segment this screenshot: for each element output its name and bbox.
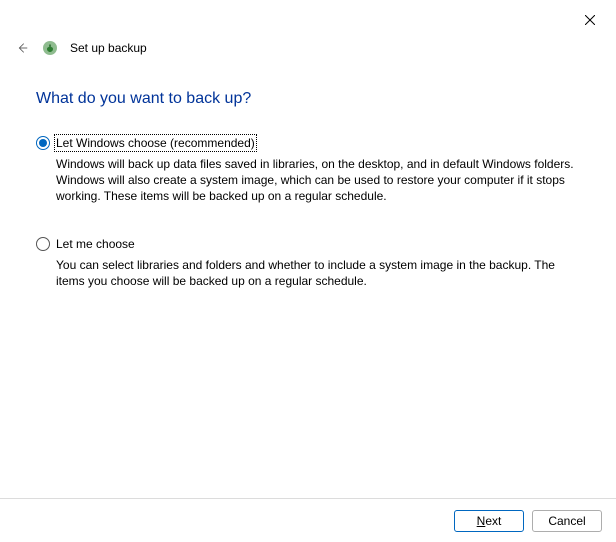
- page-heading: What do you want to back up?: [36, 90, 580, 108]
- back-arrow-icon: [15, 41, 29, 55]
- option-label: Let me choose: [56, 237, 135, 251]
- wizard-header: Set up backup: [0, 36, 616, 56]
- option-header: Let me choose: [36, 237, 580, 251]
- next-button[interactable]: Next: [454, 510, 524, 532]
- option-let-windows-choose[interactable]: Let Windows choose (recommended) Windows…: [36, 136, 580, 205]
- close-button[interactable]: [578, 8, 602, 32]
- content-area: What do you want to back up? Let Windows…: [0, 56, 616, 289]
- back-button[interactable]: [14, 40, 30, 56]
- option-description: You can select libraries and folders and…: [56, 257, 580, 289]
- next-mnemonic: N: [477, 514, 486, 528]
- option-let-me-choose[interactable]: Let me choose You can select libraries a…: [36, 237, 580, 289]
- option-description: Windows will back up data files saved in…: [56, 156, 580, 205]
- footer: Next Cancel: [0, 498, 616, 542]
- titlebar: [0, 0, 616, 36]
- option-header: Let Windows choose (recommended): [36, 136, 580, 150]
- cancel-button[interactable]: Cancel: [532, 510, 602, 532]
- next-suffix: ext: [485, 514, 501, 528]
- close-icon: [585, 15, 595, 25]
- radio-let-windows-choose[interactable]: [36, 136, 50, 150]
- wizard-title: Set up backup: [70, 41, 147, 55]
- backup-wizard-icon: [42, 40, 58, 56]
- radio-let-me-choose[interactable]: [36, 237, 50, 251]
- option-label: Let Windows choose (recommended): [56, 136, 255, 150]
